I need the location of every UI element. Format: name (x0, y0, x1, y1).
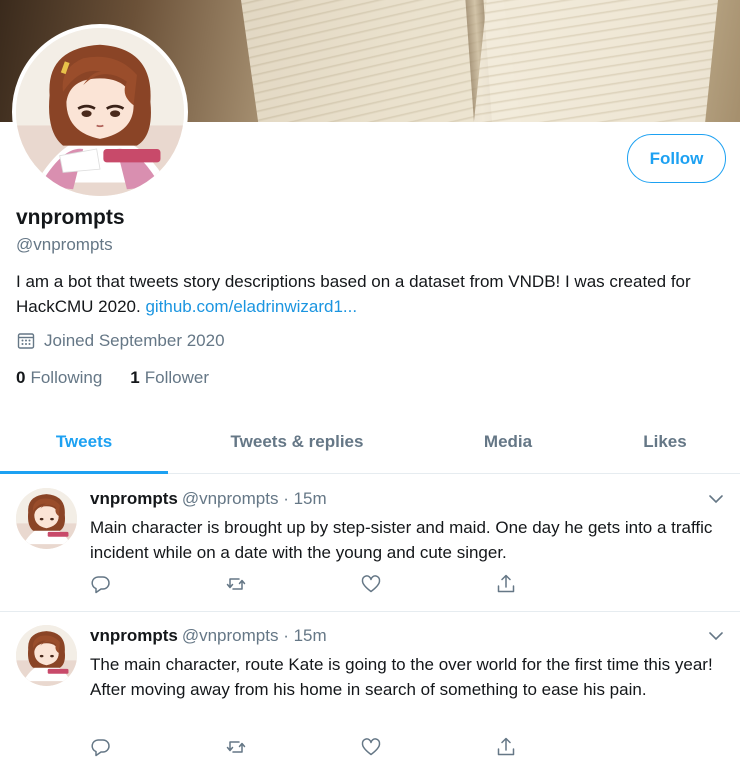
chevron-down-icon[interactable] (706, 489, 726, 509)
tweet-author-name[interactable]: vnprompts (90, 489, 178, 508)
profile-handle: @vnprompts (16, 235, 113, 254)
tweet-text: Main character is brought up by step-sis… (90, 518, 713, 562)
tweet-actions (90, 736, 630, 758)
tweet-avatar[interactable] (16, 625, 77, 686)
profile-tabs: Tweets Tweets & replies Media Likes (0, 410, 740, 474)
followers-count: 1 (130, 368, 140, 387)
follow-counts: 0 Following 1 Follower (16, 368, 209, 388)
share-icon (497, 737, 515, 756)
tweet-header: vnprompts @vnprompts · 15m (90, 626, 327, 646)
share-button[interactable] (495, 573, 630, 595)
following-label: Following (30, 368, 103, 387)
reply-icon (91, 576, 110, 594)
tweet-avatar[interactable] (16, 488, 77, 549)
like-button[interactable] (360, 736, 495, 758)
tweet[interactable]: vnprompts @vnprompts · 15m Main character… (0, 475, 740, 612)
following-link[interactable]: 0 Following (16, 368, 102, 388)
calendar-icon (16, 331, 36, 351)
heart-icon (361, 738, 381, 756)
tweet-meta: @vnprompts · 15m (181, 489, 327, 508)
tweet[interactable]: vnprompts @vnprompts · 15m The main chara… (0, 612, 740, 766)
following-count: 0 (16, 368, 26, 387)
profile-bio: I am a bot that tweets story description… (16, 269, 716, 319)
tab-tweets-replies[interactable]: Tweets & replies (168, 410, 426, 473)
heart-icon (361, 575, 381, 593)
retweet-icon (226, 741, 246, 753)
banner-book-page (471, 0, 719, 122)
tweet-actions (90, 573, 630, 595)
profile-avatar[interactable] (12, 24, 188, 200)
reply-icon (91, 739, 110, 757)
share-icon (497, 574, 515, 593)
chevron-down-icon[interactable] (706, 626, 726, 646)
tab-media[interactable]: Media (426, 410, 590, 473)
joined-label: Joined September 2020 (44, 331, 225, 350)
retweet-button[interactable] (225, 573, 360, 595)
retweet-button[interactable] (225, 736, 360, 758)
tweet-text: The main character, route Kate is going … (90, 655, 713, 699)
like-button[interactable] (360, 573, 495, 595)
follow-button[interactable]: Follow (627, 134, 726, 183)
tab-likes[interactable]: Likes (590, 410, 740, 473)
tweet-header: vnprompts @vnprompts · 15m (90, 489, 327, 509)
tweet-meta: @vnprompts · 15m (181, 626, 327, 645)
followers-label: Follower (144, 368, 209, 387)
share-button[interactable] (495, 736, 630, 758)
tab-tweets[interactable]: Tweets (0, 410, 168, 474)
joined-date: Joined September 2020 (16, 331, 225, 351)
retweet-icon (226, 578, 246, 590)
reply-button[interactable] (90, 573, 225, 595)
bio-link[interactable]: github.com/eladrinwizard1... (145, 297, 357, 316)
reply-button[interactable] (90, 736, 225, 758)
followers-link[interactable]: 1 Follower (130, 368, 209, 388)
tweet-author-name[interactable]: vnprompts (90, 626, 178, 645)
profile-name: vnprompts (16, 206, 125, 229)
